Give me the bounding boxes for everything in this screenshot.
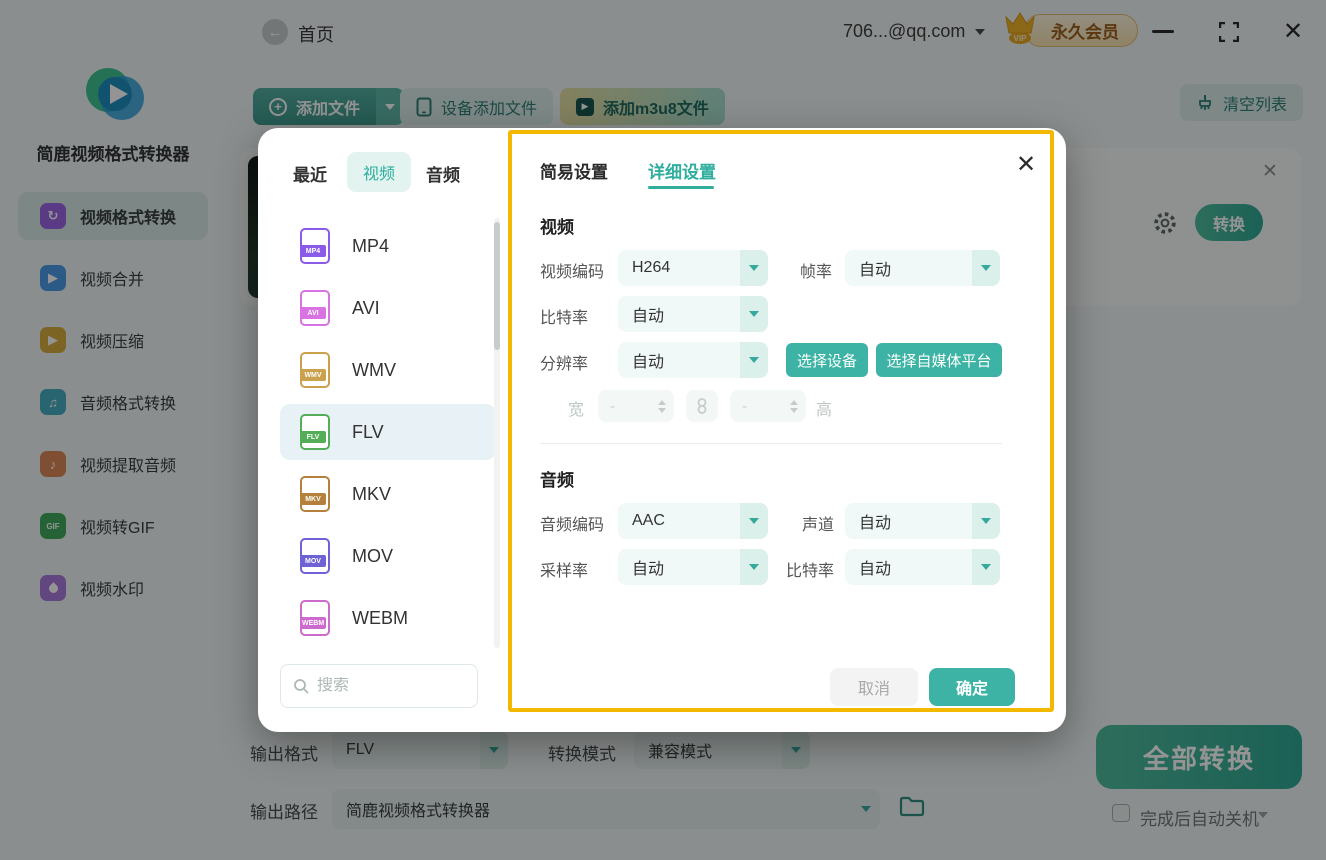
resolution-select[interactable]: 自动 bbox=[618, 342, 768, 378]
audio-codec-label: 音频编码 bbox=[540, 511, 604, 535]
bitrate-select[interactable]: 自动 bbox=[618, 296, 768, 332]
file-type-icon: FLV bbox=[300, 414, 330, 450]
select-device-button[interactable]: 选择设备 bbox=[786, 343, 868, 377]
chevron-down-icon bbox=[981, 518, 991, 524]
height-label: 高 bbox=[816, 396, 832, 420]
framerate-label: 帧率 bbox=[800, 258, 832, 282]
video-section-title: 视频 bbox=[540, 213, 574, 238]
tab-audio[interactable]: 音频 bbox=[426, 161, 460, 186]
samplerate-select[interactable]: 自动 bbox=[618, 549, 768, 585]
tab-recent[interactable]: 最近 bbox=[293, 161, 327, 186]
width-stepper[interactable]: - bbox=[598, 390, 674, 422]
channel-select[interactable]: 自动 bbox=[845, 503, 1000, 539]
chevron-down-icon bbox=[749, 518, 759, 524]
width-label: 宽 bbox=[568, 396, 584, 420]
modal-close-button[interactable]: ✕ bbox=[1016, 150, 1036, 179]
stepper-arrows[interactable] bbox=[790, 400, 798, 413]
resolution-label: 分辨率 bbox=[540, 350, 588, 374]
file-type-icon: MP4 bbox=[300, 228, 330, 264]
scrollbar-thumb[interactable] bbox=[494, 222, 500, 350]
file-type-icon: MOV bbox=[300, 538, 330, 574]
format-item-mov[interactable]: MOV MOV bbox=[280, 528, 496, 584]
format-search[interactable] bbox=[280, 664, 478, 708]
file-type-icon: MKV bbox=[300, 476, 330, 512]
format-item-mp4[interactable]: MP4 MP4 bbox=[280, 218, 496, 274]
audio-codec-select[interactable]: AAC bbox=[618, 503, 768, 539]
file-type-icon: AVI bbox=[300, 290, 330, 326]
audio-bitrate-label: 比特率 bbox=[786, 557, 834, 581]
framerate-select[interactable]: 自动 bbox=[845, 250, 1000, 286]
search-icon bbox=[293, 678, 309, 694]
audio-bitrate-select[interactable]: 自动 bbox=[845, 549, 1000, 585]
chevron-down-icon bbox=[981, 564, 991, 570]
chevron-down-icon bbox=[749, 357, 759, 363]
format-item-wmv[interactable]: WMV WMV bbox=[280, 342, 496, 398]
file-type-icon: WMV bbox=[300, 352, 330, 388]
video-codec-select[interactable]: H264 bbox=[618, 250, 768, 286]
samplerate-label: 采样率 bbox=[540, 557, 588, 581]
tab-video[interactable]: 视频 bbox=[347, 152, 411, 192]
tab-detailed-settings[interactable]: 详细设置 bbox=[648, 158, 716, 183]
format-settings-modal: 最近 视频 音频 MP4 MP4 AVI AVI WMV WMV FLV FLV… bbox=[258, 128, 1066, 732]
chain-link-icon bbox=[695, 398, 709, 414]
format-item-avi[interactable]: AVI AVI bbox=[280, 280, 496, 336]
video-codec-label: 视频编码 bbox=[540, 258, 604, 282]
chevron-down-icon bbox=[749, 311, 759, 317]
search-input[interactable] bbox=[317, 677, 447, 695]
file-type-icon: WEBM bbox=[300, 600, 330, 636]
chevron-down-icon bbox=[749, 265, 759, 271]
aspect-link-button[interactable] bbox=[686, 390, 718, 422]
height-stepper[interactable]: - bbox=[730, 390, 806, 422]
format-item-webm[interactable]: WEBM WEBM bbox=[280, 590, 496, 646]
select-platform-button[interactable]: 选择自媒体平台 bbox=[876, 343, 1002, 377]
cancel-button[interactable]: 取消 bbox=[830, 668, 918, 706]
active-tab-underline bbox=[648, 186, 714, 189]
chevron-down-icon bbox=[749, 564, 759, 570]
format-item-mkv[interactable]: MKV MKV bbox=[280, 466, 496, 522]
bitrate-label: 比特率 bbox=[540, 304, 588, 328]
section-divider bbox=[540, 443, 1002, 444]
channel-label: 声道 bbox=[802, 511, 834, 535]
ok-button[interactable]: 确定 bbox=[929, 668, 1015, 706]
audio-section-title: 音频 bbox=[540, 466, 574, 491]
format-item-flv[interactable]: FLV FLV bbox=[280, 404, 496, 460]
tab-easy-settings[interactable]: 简易设置 bbox=[540, 158, 608, 183]
chevron-down-icon bbox=[981, 265, 991, 271]
stepper-arrows[interactable] bbox=[658, 400, 666, 413]
